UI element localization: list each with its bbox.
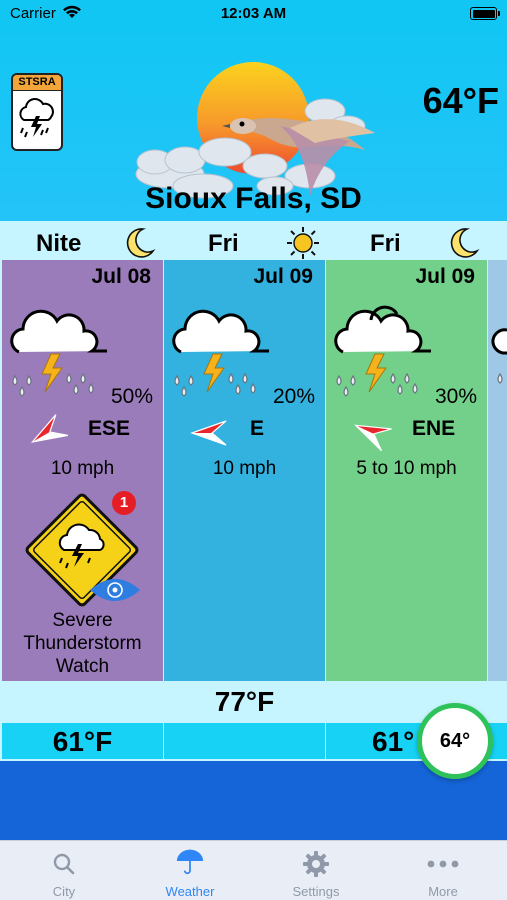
high-temp: [488, 683, 507, 721]
eye-icon: [90, 579, 140, 601]
wind-speed: 10 mph: [212, 458, 277, 479]
bottom-area: [0, 761, 507, 840]
thunderstorm-rain-icon: [172, 309, 269, 397]
current-temperature: 64°F: [422, 80, 499, 121]
tab-label: Weather: [165, 884, 215, 899]
sun-icon: [287, 227, 319, 259]
forecast-date: Jul 08: [91, 265, 151, 288]
precip-chance: 30%: [434, 385, 477, 408]
tab-label: More: [428, 884, 458, 899]
moon-icon: [126, 228, 156, 258]
wind-arrow-icon: [190, 420, 227, 446]
wind-speed: 5 to 10 mph: [356, 458, 457, 479]
cloud-icon: [491, 328, 507, 384]
alert-sign[interactable]: 1: [20, 488, 145, 618]
badge-label: STSRA: [13, 75, 61, 91]
thunderstorm-icon: [19, 98, 54, 138]
day-name: Fri: [370, 230, 401, 257]
day-header: Nite: [2, 223, 163, 259]
day-name: Nite: [36, 230, 82, 257]
gear-icon: [303, 851, 329, 877]
status-bar: Carrier 12:03 AM: [0, 0, 507, 28]
thunderstorm-rain-icon: [10, 309, 107, 397]
forecast-panel: Jul 08 50% ESE 10 mph 1 Severe Thunderst…: [2, 260, 163, 681]
tab-bar: City Weather Settings More: [0, 840, 507, 900]
forecast-column-2[interactable]: Fri Jul 09 20% E 10 mph 77°F: [164, 221, 325, 761]
low-temp: [164, 723, 325, 759]
tab-more[interactable]: More: [380, 841, 506, 900]
forecast-column-1[interactable]: Nite Jul 08 50% ESE 10 mph 1 Severe Thun…: [2, 221, 163, 761]
moon-icon: [450, 228, 480, 258]
day-header: [488, 223, 507, 259]
forecast-panel: Jul 09 30% ENE 5 to 10 mph: [326, 260, 487, 681]
tab-weather[interactable]: Weather: [127, 841, 253, 900]
thunderstorm-rain-icon: [334, 305, 431, 397]
tab-label: Settings: [292, 884, 340, 899]
clock: 12:03 AM: [220, 5, 287, 22]
alert-text[interactable]: Severe Thunderstorm Watch: [2, 609, 163, 678]
battery-icon: [470, 7, 500, 20]
current-temp-button[interactable]: 64°: [417, 703, 493, 779]
low-temp: 61°F: [2, 723, 163, 759]
tab-city[interactable]: City: [1, 841, 127, 900]
day-header: Fri: [164, 223, 325, 259]
wind-direction: ESE: [88, 417, 131, 440]
forecast-column-3[interactable]: Fri Jul 09 30% ENE 5 to 10 mph 61°: [326, 221, 487, 761]
more-icon: [427, 860, 459, 868]
wind-speed: 10 mph: [50, 458, 115, 479]
alert-count-badge: 1: [112, 491, 136, 515]
wind-arrow-icon: [354, 424, 392, 452]
wind-direction: ENE: [412, 417, 456, 440]
forecast-date: Jul 09: [415, 265, 475, 288]
forecast-strip[interactable]: Nite Jul 08 50% ESE 10 mph 1 Severe Thun…: [0, 221, 507, 761]
forecast-column-4-partial[interactable]: [488, 221, 507, 761]
forecast-panel: [488, 260, 507, 681]
tab-label: City: [52, 884, 76, 899]
wind-direction: E: [250, 417, 265, 440]
wind-arrow-icon: [30, 414, 68, 443]
city-title[interactable]: Sioux Falls, SD: [0, 182, 507, 216]
search-icon: [53, 853, 75, 875]
storm-badge[interactable]: STSRA: [11, 73, 63, 151]
forecast-date: Jul 09: [253, 265, 313, 288]
high-temp: [2, 683, 163, 721]
weather-header: STSRA 64°F Sioux Falls, SD: [0, 28, 507, 221]
precip-chance: 50%: [110, 385, 153, 408]
precip-chance: 20%: [272, 385, 315, 408]
forecast-panel: Jul 09 20% E 10 mph: [164, 260, 325, 681]
umbrella-icon: [176, 849, 204, 875]
day-name: Fri: [208, 230, 239, 257]
day-header: Fri: [326, 223, 487, 259]
tab-settings[interactable]: Settings: [253, 841, 379, 900]
high-temp: 77°F: [164, 683, 325, 721]
